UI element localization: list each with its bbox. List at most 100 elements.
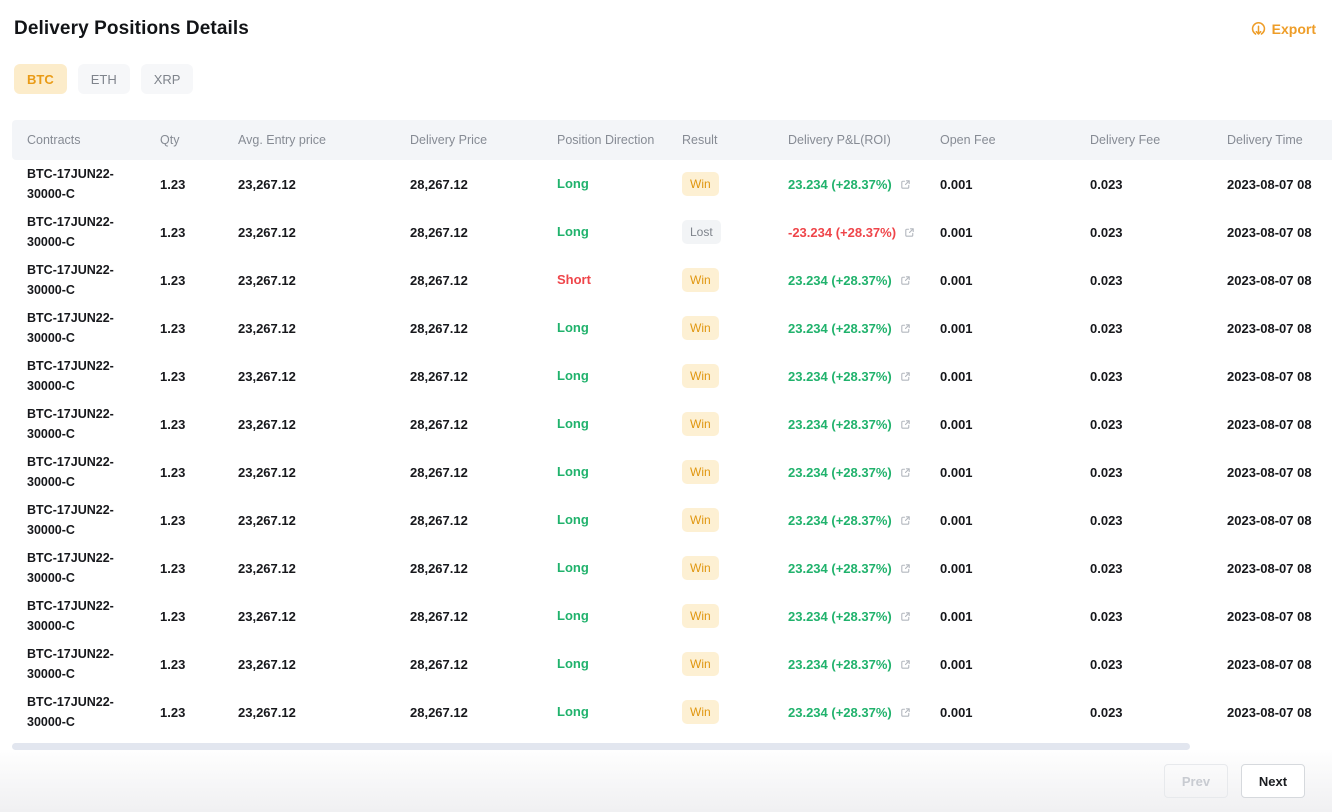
delivery-price-cell: 28,267.12 — [410, 465, 557, 480]
contract-cell: BTC-17JUN22-30000-C — [27, 644, 133, 684]
external-link-icon[interactable] — [899, 466, 912, 479]
delivery-fee-cell: 0.023 — [1090, 705, 1227, 720]
open-fee-cell: 0.001 — [940, 321, 1090, 336]
qty-cell: 1.23 — [160, 369, 238, 384]
open-fee-cell: 0.001 — [940, 369, 1090, 384]
position-direction-cell: Long — [557, 320, 589, 335]
qty-cell: 1.23 — [160, 273, 238, 288]
pagination-bar: Prev Next — [0, 750, 1332, 812]
qty-cell: 1.23 — [160, 561, 238, 576]
column-header-avg-entry-price: Avg. Entry price — [238, 133, 410, 147]
avg-entry-price-cell: 23,267.12 — [238, 513, 410, 528]
delivery-price-cell: 28,267.12 — [410, 177, 557, 192]
delivery-price-cell: 28,267.12 — [410, 705, 557, 720]
result-badge: Win — [682, 460, 719, 484]
delivery-time-cell: 2023-08-07 08 — [1227, 705, 1332, 720]
tab-xrp[interactable]: XRP — [141, 64, 194, 94]
external-link-icon[interactable] — [899, 658, 912, 671]
contract-cell: BTC-17JUN22-30000-C — [27, 308, 133, 348]
horizontal-scrollbar[interactable] — [12, 743, 1190, 750]
delivery-time-cell: 2023-08-07 08 — [1227, 417, 1332, 432]
column-header-delivery-pnl: Delivery P&L(ROI) — [788, 133, 940, 147]
delivery-price-cell: 28,267.12 — [410, 273, 557, 288]
avg-entry-price-cell: 23,267.12 — [238, 177, 410, 192]
external-link-icon[interactable] — [899, 706, 912, 719]
result-badge: Win — [682, 508, 719, 532]
delivery-pnl-cell: 23.234 (+28.37%) — [788, 609, 892, 624]
delivery-fee-cell: 0.023 — [1090, 225, 1227, 240]
table-row: BTC-17JUN22-30000-C 1.23 23,267.12 28,26… — [12, 688, 1332, 736]
delivery-pnl-cell: 23.234 (+28.37%) — [788, 561, 892, 576]
external-link-icon[interactable] — [899, 370, 912, 383]
delivery-time-cell: 2023-08-07 08 — [1227, 657, 1332, 672]
result-badge: Win — [682, 700, 719, 724]
page-title: Delivery Positions Details — [14, 18, 249, 40]
delivery-time-cell: 2023-08-07 08 — [1227, 561, 1332, 576]
external-link-icon[interactable] — [899, 514, 912, 527]
delivery-time-cell: 2023-08-07 08 — [1227, 369, 1332, 384]
delivery-pnl-cell: 23.234 (+28.37%) — [788, 369, 892, 384]
delivery-pnl-cell: 23.234 (+28.37%) — [788, 513, 892, 528]
qty-cell: 1.23 — [160, 225, 238, 240]
delivery-fee-cell: 0.023 — [1090, 561, 1227, 576]
result-badge: Win — [682, 364, 719, 388]
qty-cell: 1.23 — [160, 465, 238, 480]
delivery-price-cell: 28,267.12 — [410, 513, 557, 528]
contract-cell: BTC-17JUN22-30000-C — [27, 500, 133, 540]
position-direction-cell: Long — [557, 560, 589, 575]
delivery-fee-cell: 0.023 — [1090, 465, 1227, 480]
delivery-pnl-cell: 23.234 (+28.37%) — [788, 417, 892, 432]
result-badge: Win — [682, 412, 719, 436]
table-row: BTC-17JUN22-30000-C 1.23 23,267.12 28,26… — [12, 304, 1332, 352]
column-header-delivery-fee: Delivery Fee — [1090, 133, 1227, 147]
contract-cell: BTC-17JUN22-30000-C — [27, 212, 133, 252]
result-badge: Win — [682, 604, 719, 628]
avg-entry-price-cell: 23,267.12 — [238, 321, 410, 336]
tab-btc[interactable]: BTC — [14, 64, 67, 94]
position-direction-cell: Long — [557, 416, 589, 431]
table-header-row: Contracts Qty Avg. Entry price Delivery … — [12, 120, 1332, 160]
position-direction-cell: Long — [557, 656, 589, 671]
delivery-fee-cell: 0.023 — [1090, 273, 1227, 288]
table-row: BTC-17JUN22-30000-C 1.23 23,267.12 28,26… — [12, 256, 1332, 304]
delivery-pnl-cell: 23.234 (+28.37%) — [788, 273, 892, 288]
open-fee-cell: 0.001 — [940, 561, 1090, 576]
delivery-fee-cell: 0.023 — [1090, 609, 1227, 624]
avg-entry-price-cell: 23,267.12 — [238, 417, 410, 432]
column-header-delivery-time: Delivery Time — [1227, 133, 1332, 147]
delivery-time-cell: 2023-08-07 08 — [1227, 177, 1332, 192]
top-bar: Delivery Positions Details Export — [0, 0, 1332, 40]
next-button[interactable]: Next — [1241, 764, 1305, 798]
delivery-time-cell: 2023-08-07 08 — [1227, 513, 1332, 528]
delivery-time-cell: 2023-08-07 08 — [1227, 273, 1332, 288]
delivery-fee-cell: 0.023 — [1090, 513, 1227, 528]
column-header-result: Result — [682, 133, 788, 147]
delivery-price-cell: 28,267.12 — [410, 657, 557, 672]
contract-cell: BTC-17JUN22-30000-C — [27, 404, 133, 444]
position-direction-cell: Long — [557, 704, 589, 719]
table-row: BTC-17JUN22-30000-C 1.23 23,267.12 28,26… — [12, 208, 1332, 256]
external-link-icon[interactable] — [899, 610, 912, 623]
avg-entry-price-cell: 23,267.12 — [238, 609, 410, 624]
external-link-icon[interactable] — [899, 562, 912, 575]
external-link-icon[interactable] — [899, 274, 912, 287]
delivery-price-cell: 28,267.12 — [410, 369, 557, 384]
external-link-icon[interactable] — [903, 226, 916, 239]
open-fee-cell: 0.001 — [940, 705, 1090, 720]
delivery-time-cell: 2023-08-07 08 — [1227, 225, 1332, 240]
external-link-icon[interactable] — [899, 178, 912, 191]
open-fee-cell: 0.001 — [940, 513, 1090, 528]
tab-eth[interactable]: ETH — [78, 64, 130, 94]
external-link-icon[interactable] — [899, 322, 912, 335]
avg-entry-price-cell: 23,267.12 — [238, 657, 410, 672]
export-button[interactable]: Export — [1250, 21, 1316, 38]
column-header-position-direction: Position Direction — [557, 133, 682, 147]
delivery-price-cell: 28,267.12 — [410, 609, 557, 624]
avg-entry-price-cell: 23,267.12 — [238, 225, 410, 240]
prev-button[interactable]: Prev — [1164, 764, 1228, 798]
table-row: BTC-17JUN22-30000-C 1.23 23,267.12 28,26… — [12, 160, 1332, 208]
external-link-icon[interactable] — [899, 418, 912, 431]
contract-cell: BTC-17JUN22-30000-C — [27, 548, 133, 588]
delivery-pnl-cell: 23.234 (+28.37%) — [788, 321, 892, 336]
delivery-price-cell: 28,267.12 — [410, 321, 557, 336]
